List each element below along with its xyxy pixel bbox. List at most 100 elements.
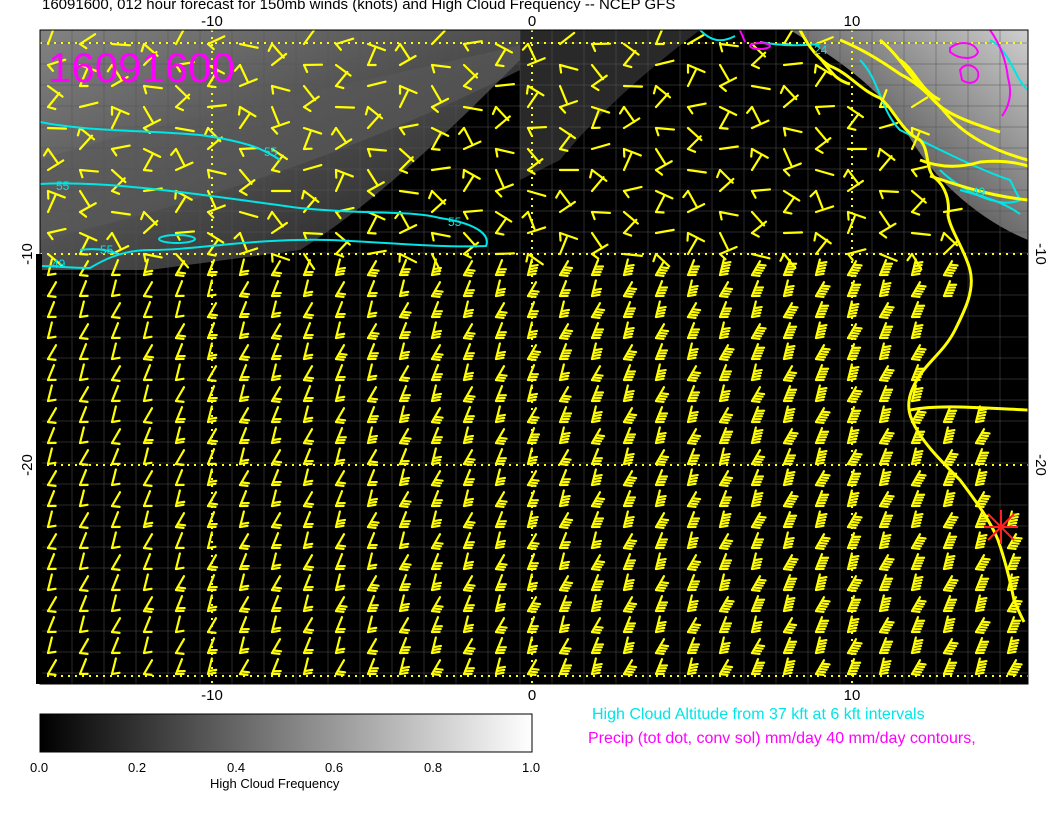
wind-barb-feather	[816, 581, 827, 586]
colorbar-tick: 0.4	[227, 760, 246, 775]
wind-barb-feather	[785, 471, 796, 475]
wind-barb-feather	[849, 646, 860, 650]
wind-barb-feather	[943, 563, 954, 568]
wind-barb-feather	[721, 578, 731, 583]
wind-barb-feather	[464, 308, 475, 313]
wind-barb-feather	[302, 567, 313, 572]
wind-barb-feather	[848, 460, 859, 464]
wind-barb-feather	[142, 272, 153, 277]
wind-barb-feather	[848, 523, 859, 527]
wind-barb-feather	[623, 521, 634, 526]
wind-barb-feather	[819, 602, 830, 606]
wind-barb-feather	[432, 544, 443, 548]
wind-barb-feather	[718, 672, 729, 677]
wind-barb-feather	[852, 389, 863, 393]
cloud-altitude-legend: High Cloud Altitude from 37 kft at 6 kft…	[592, 706, 925, 723]
wind-barb-feather	[336, 292, 347, 296]
wind-barb-feather	[881, 660, 892, 664]
wind-barb-feather	[851, 392, 862, 396]
wind-barb-feather	[302, 504, 313, 509]
wind-barb-feather	[592, 287, 603, 292]
wind-barb-feather	[880, 539, 891, 544]
wind-barb-feather	[240, 292, 251, 296]
wind-barb-feather	[975, 605, 986, 610]
wind-barb-feather	[528, 670, 539, 674]
wind-barb-feather	[624, 644, 635, 649]
wind-barb-feather	[207, 668, 218, 673]
wind-barb-feather	[590, 567, 601, 572]
wind-barb-feather	[302, 419, 313, 424]
wind-barb-feather	[302, 608, 313, 613]
wind-barb-feather	[817, 515, 827, 520]
wind-barb-feather	[976, 665, 987, 670]
wind-barb-feather	[590, 378, 601, 383]
wind-barb-feather	[432, 481, 443, 485]
wind-barb-feather	[820, 536, 831, 540]
wind-barb-feather	[110, 545, 121, 550]
wind-barb-feather	[334, 483, 345, 488]
wind-barb-feather	[590, 441, 601, 446]
wind-barb-feather	[1006, 546, 1017, 551]
wind-barb-feather	[691, 371, 702, 375]
wind-barb-feather	[527, 458, 538, 463]
wind-barb-feather	[432, 518, 443, 523]
wind-barb-feather	[526, 650, 537, 655]
wind-barb-feather	[336, 518, 347, 523]
wind-barb-feather	[433, 352, 444, 356]
wind-barb-feather	[977, 471, 988, 475]
wind-barb-feather	[624, 329, 635, 334]
wind-barb-feather	[624, 355, 635, 359]
wind-barb-feather	[750, 462, 761, 467]
wind-barb-feather	[46, 420, 57, 425]
wind-barb-feather	[849, 492, 860, 496]
wind-barb-feather	[911, 395, 922, 400]
wind-barb-feather	[561, 431, 571, 436]
wind-barb-feather	[718, 398, 729, 403]
wind-barb-feather	[785, 499, 796, 503]
wind-barb-feather	[974, 671, 985, 676]
wind-barb-feather	[1008, 518, 1019, 523]
wind-barb-feather	[686, 567, 697, 572]
wind-barb-feather	[688, 628, 699, 632]
wind-barb-feather	[625, 541, 636, 545]
wind-barb-feather	[495, 542, 506, 547]
wind-barb-feather	[720, 581, 731, 586]
wind-barb-feather	[465, 520, 476, 524]
wind-barb-feather	[881, 534, 892, 538]
wind-barb-feather	[787, 434, 798, 438]
wind-barb-feather	[878, 293, 889, 298]
wind-barb-feather	[782, 356, 793, 361]
wind-barb-feather	[976, 413, 987, 418]
wind-barb-feather	[913, 352, 924, 356]
wind-barb-feather	[46, 609, 57, 614]
wind-barb-feather	[142, 357, 153, 362]
wind-barb-feather	[657, 557, 667, 562]
wind-barb-feather	[496, 413, 507, 418]
wind-barb-feather	[464, 397, 475, 401]
colorbar	[39, 713, 533, 753]
wind-barb-feather	[785, 660, 796, 664]
wind-barb-feather	[174, 273, 185, 278]
wind-barb-feather	[913, 387, 924, 391]
wind-barb-feather	[783, 353, 794, 358]
wind-barb-feather	[495, 416, 506, 421]
wind-barb-feather	[815, 332, 826, 337]
wind-barb-feather	[526, 483, 537, 488]
wind-barb-feather	[688, 476, 699, 481]
wind-barb-feather	[881, 410, 891, 415]
wind-barb-feather	[590, 671, 601, 676]
wind-barb-feather	[625, 578, 635, 583]
wind-barb-feather	[558, 566, 569, 571]
wind-barb-feather	[977, 599, 987, 604]
wind-barb-feather	[814, 398, 825, 403]
wind-barb-feather	[718, 294, 729, 299]
wind-barb-feather	[303, 416, 314, 421]
wind-barb-feather	[755, 518, 766, 522]
wind-barb-feather	[656, 523, 667, 527]
wind-barb-feather	[974, 630, 985, 635]
wind-barb-feather	[627, 602, 638, 606]
wind-barb-feather	[462, 566, 473, 571]
wind-barb-feather	[659, 644, 670, 648]
wind-barb-feather	[689, 536, 699, 541]
wind-barb-feather	[592, 476, 603, 481]
